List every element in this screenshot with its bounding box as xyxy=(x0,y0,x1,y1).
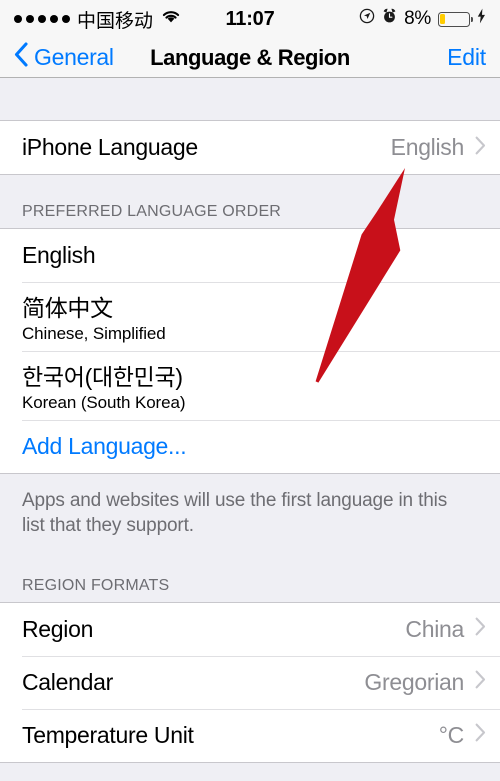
language-title: 简体中文 xyxy=(22,295,113,321)
wifi-icon xyxy=(160,8,182,30)
battery-percent-label: 8% xyxy=(404,8,431,29)
row-calendar-label: Calendar xyxy=(22,668,113,695)
status-bar-left: 中国移动 xyxy=(14,6,182,33)
row-region-right: China xyxy=(405,616,486,643)
alarm-clock-icon xyxy=(382,8,397,30)
language-text-stack: 简体中文 Chinese, Simplified xyxy=(22,282,166,351)
navigation-bar: General Language & Region Edit xyxy=(0,38,500,78)
region-formats-group: Region China Calendar Gregorian Temperat… xyxy=(0,601,500,763)
carrier-label: 中国移动 xyxy=(77,10,154,32)
charging-bolt-icon xyxy=(477,8,486,30)
battery-icon xyxy=(438,11,474,27)
language-text-stack: 한국어(대한민국) Korean (South Korea) xyxy=(22,351,185,420)
row-temperature-unit-value: °C xyxy=(438,721,465,748)
settings-table: iPhone Language English PREFERRED LANGUA… xyxy=(0,78,500,781)
row-region[interactable]: Region China xyxy=(0,602,500,656)
list-item-language-korean[interactable]: 한국어(대한민국) Korean (South Korea) xyxy=(0,351,500,420)
section-header-region-formats: REGION FORMATS xyxy=(0,548,500,602)
chevron-right-icon xyxy=(475,617,486,641)
row-iphone-language[interactable]: iPhone Language English xyxy=(0,121,500,174)
chevron-right-icon xyxy=(475,670,486,694)
add-language-label: Add Language... xyxy=(22,433,187,459)
row-iphone-language-value: English xyxy=(390,134,465,160)
row-region-value: China xyxy=(405,615,464,642)
status-bar: 中国移动 11:07 8% xyxy=(0,0,500,38)
row-region-label: Region xyxy=(22,615,94,642)
language-subtitle: Korean (South Korea) xyxy=(22,393,186,412)
list-item-language-chinese[interactable]: 简体中文 Chinese, Simplified xyxy=(0,282,500,351)
row-calendar[interactable]: Calendar Gregorian xyxy=(0,655,500,709)
page-title-label: Language & Region xyxy=(150,45,350,70)
row-iphone-language-right: English xyxy=(391,134,486,161)
chevron-right-icon xyxy=(475,723,486,747)
list-item-language-english[interactable]: English xyxy=(0,229,500,282)
back-button[interactable]: General xyxy=(14,42,114,73)
row-calendar-right: Gregorian xyxy=(364,669,486,696)
chevron-left-icon xyxy=(14,42,28,73)
add-language-button[interactable]: Add Language... xyxy=(0,420,500,473)
language-subtitle: Chinese, Simplified xyxy=(22,324,166,343)
status-bar-right: 8% xyxy=(359,8,486,30)
signal-strength-dots-icon xyxy=(14,15,70,23)
back-button-label: General xyxy=(34,44,114,70)
row-iphone-language-label: iPhone Language xyxy=(22,134,198,160)
row-calendar-value: Gregorian xyxy=(364,668,464,695)
location-services-icon xyxy=(359,8,375,30)
iphone-settings-screen: 中国移动 11:07 8% General Language & Region … xyxy=(0,0,500,781)
chevron-right-icon xyxy=(475,136,486,160)
language-title: English xyxy=(22,242,96,268)
language-title: 한국어(대한민국) xyxy=(22,364,183,390)
row-temperature-unit-right: °C xyxy=(439,722,486,749)
section-header-preferred-language-order: PREFERRED LANGUAGE ORDER xyxy=(0,175,500,228)
section-footer-preferred-language-order: Apps and websites will use the first lan… xyxy=(0,474,500,549)
clock-time: 11:07 xyxy=(225,7,275,30)
edit-button[interactable]: Edit xyxy=(447,44,486,71)
row-temperature-unit[interactable]: Temperature Unit °C xyxy=(0,708,500,762)
top-spacer xyxy=(0,78,500,120)
preferred-language-order-group: English 简体中文 Chinese, Simplified 한국어(대한민… xyxy=(0,228,500,474)
row-temperature-unit-label: Temperature Unit xyxy=(22,721,194,748)
iphone-language-group: iPhone Language English xyxy=(0,120,500,175)
